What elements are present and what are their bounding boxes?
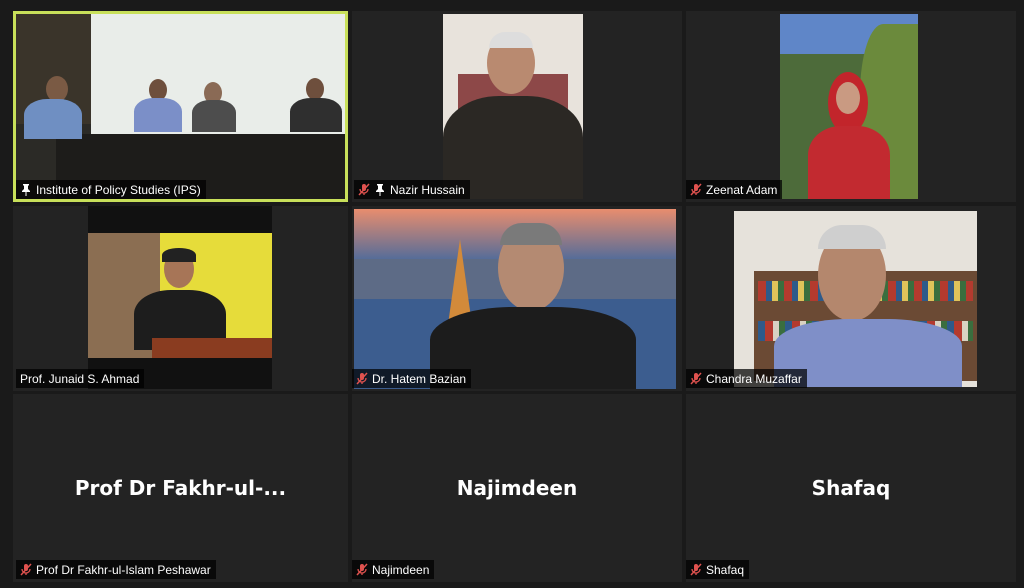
participant-name: Nazir Hussain <box>390 182 465 197</box>
muted-microphone-icon <box>690 183 702 197</box>
participant-name-label: Dr. Hatem Bazian <box>352 369 472 388</box>
participant-name-label: Shafaq <box>686 560 750 579</box>
participant-name: Prof Dr Fakhr-ul-Islam Peshawar <box>36 562 211 577</box>
participant-name: Shafaq <box>706 562 745 577</box>
participant-name: Prof. Junaid S. Ahmad <box>20 371 140 386</box>
pin-icon <box>374 183 386 197</box>
video-tile-junaid-ahmad[interactable]: Prof. Junaid S. Ahmad <box>13 206 348 391</box>
video-tile-hatem-bazian[interactable]: Dr. Hatem Bazian <box>352 206 682 391</box>
muted-microphone-icon <box>358 183 370 197</box>
muted-microphone-icon <box>690 372 702 386</box>
video-feed <box>780 14 918 199</box>
participant-name-label: Chandra Muzaffar <box>686 369 807 388</box>
video-tile-nazir-hussain[interactable]: Nazir Hussain <box>352 11 682 202</box>
video-feed <box>16 14 345 199</box>
muted-microphone-icon <box>690 563 702 577</box>
video-tile-zeenat-adam[interactable]: Zeenat Adam <box>686 11 1016 202</box>
participant-name: Chandra Muzaffar <box>706 371 802 386</box>
video-feed <box>443 14 583 199</box>
muted-microphone-icon <box>356 563 368 577</box>
participant-name-label: Zeenat Adam <box>686 180 783 199</box>
video-feed <box>354 209 676 389</box>
participant-name: Zeenat Adam <box>706 182 778 197</box>
muted-microphone-icon <box>20 563 32 577</box>
participant-name: Najimdeen <box>372 562 430 577</box>
participant-name-label: Najimdeen <box>352 560 435 579</box>
participant-name-label: Prof. Junaid S. Ahmad <box>16 369 145 388</box>
participant-display-name: Prof Dr Fakhr-ul-... <box>74 476 287 500</box>
video-feed <box>734 211 977 387</box>
video-tile-shafaq[interactable]: Shafaq Shafaq <box>686 394 1016 582</box>
video-tile-fakhr-ul-islam[interactable]: Prof Dr Fakhr-ul-... Prof Dr Fakhr-ul-Is… <box>13 394 348 582</box>
participant-display-name: Najimdeen <box>456 476 578 500</box>
video-tile-ips[interactable]: Institute of Policy Studies (IPS) <box>13 11 348 202</box>
pin-icon <box>20 183 32 197</box>
participant-display-name: Shafaq <box>811 476 891 500</box>
participant-name-label: Nazir Hussain <box>354 180 470 199</box>
video-feed <box>88 206 272 389</box>
participant-name-label: Institute of Policy Studies (IPS) <box>16 180 206 199</box>
video-tile-najimdeen[interactable]: Najimdeen Najimdeen <box>352 394 682 582</box>
video-tile-chandra-muzaffar[interactable]: Chandra Muzaffar <box>686 206 1016 391</box>
participant-name-label: Prof Dr Fakhr-ul-Islam Peshawar <box>16 560 216 579</box>
muted-microphone-icon <box>356 372 368 386</box>
participant-name: Institute of Policy Studies (IPS) <box>36 182 201 197</box>
participant-name: Dr. Hatem Bazian <box>372 371 467 386</box>
